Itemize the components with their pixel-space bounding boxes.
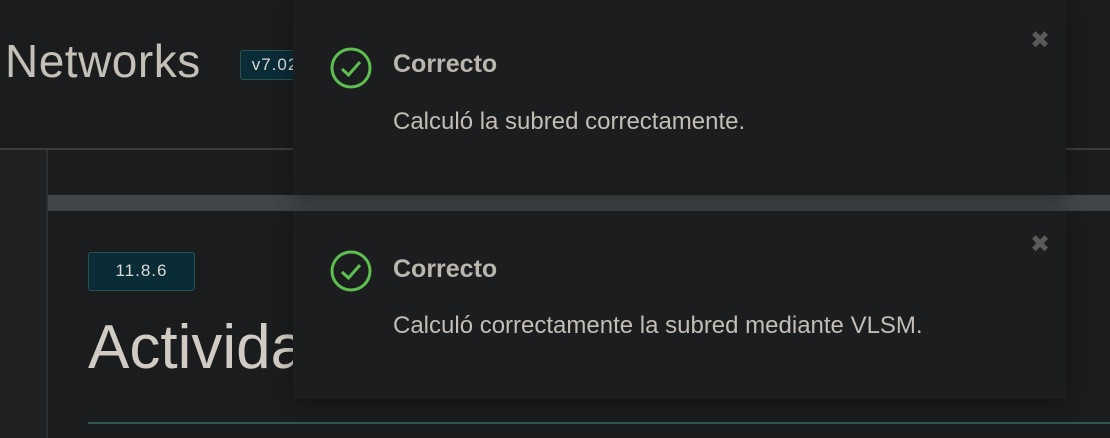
section-number-badge: 11.8.6 <box>88 252 195 291</box>
sidebar <box>0 150 48 438</box>
title-underline <box>88 422 1110 424</box>
check-circle-icon <box>330 250 372 292</box>
toast-title: Correcto <box>393 255 498 283</box>
course-title: Networks <box>5 35 201 87</box>
close-icon[interactable]: ✖ <box>1030 29 1050 53</box>
toast-success-1: Correcto Calculó la subred correctamente… <box>293 0 1066 195</box>
check-circle-icon <box>330 47 372 89</box>
close-icon[interactable]: ✖ <box>1030 233 1050 257</box>
section-divider <box>48 195 1110 211</box>
toast-success-2: Correcto Calculó correctamente la subred… <box>293 211 1066 399</box>
toast-message: Calculó la subred correctamente. <box>393 108 746 135</box>
toast-message: Calculó correctamente la subred mediante… <box>393 312 923 339</box>
toast-title: Correcto <box>393 50 498 78</box>
